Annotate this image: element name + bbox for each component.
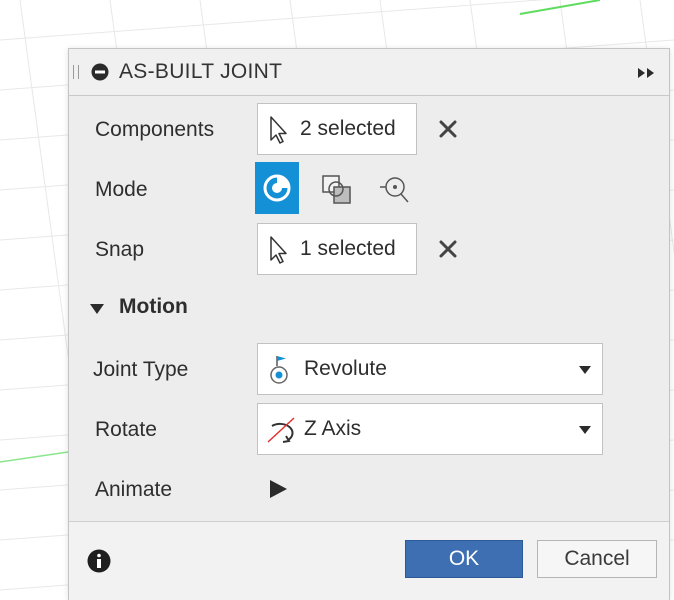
mode-target-icon — [380, 177, 409, 203]
dialog-title-bar[interactable]: AS-BUILT JOINT — [69, 49, 669, 96]
dialog-footer: OK Cancel — [69, 521, 669, 600]
chevron-down-icon — [579, 426, 591, 434]
joint-type-dropdown[interactable]: Revolute — [257, 343, 603, 395]
cancel-button[interactable]: Cancel — [537, 540, 657, 578]
clear-components-button[interactable] — [435, 116, 461, 142]
chevron-down-icon — [579, 366, 591, 374]
mode-label: Mode — [95, 178, 148, 201]
components-selection-count: 2 selected — [300, 117, 396, 140]
snap-selection-box[interactable]: 1 selected — [257, 223, 417, 275]
rotate-axis-value: Z Axis — [304, 417, 362, 440]
cursor-arrow-icon — [270, 116, 287, 144]
dialog-title: AS-BUILT JOINT — [119, 60, 283, 83]
cursor-arrow-icon — [270, 236, 287, 264]
triangle-down-icon — [90, 304, 104, 314]
rotate-label: Rotate — [95, 418, 157, 441]
rotate-axis-dropdown[interactable]: Z Axis — [257, 403, 603, 455]
mode-option-3-button[interactable] — [371, 162, 415, 214]
snap-selection-count: 1 selected — [300, 237, 396, 260]
ok-button[interactable]: OK — [405, 540, 523, 578]
joint-type-value: Revolute — [304, 357, 387, 380]
drag-grip-icon[interactable] — [73, 65, 79, 79]
mode-option-1-button[interactable] — [255, 162, 299, 214]
stop-circle-icon — [91, 63, 109, 81]
rotate-axis-icon — [267, 417, 295, 443]
animate-label: Animate — [95, 478, 173, 501]
double-chevron-right-icon[interactable] — [637, 67, 657, 79]
info-icon[interactable] — [87, 549, 111, 573]
mode-option-2-button[interactable] — [313, 162, 357, 214]
motion-section-title: Motion — [119, 295, 188, 318]
components-selection-box[interactable]: 2 selected — [257, 103, 417, 155]
green-axis-line-lower — [0, 451, 69, 463]
revolute-joint-icon — [270, 356, 288, 384]
as-built-joint-dialog: AS-BUILT JOINT Components 2 selected Mod… — [68, 48, 670, 600]
play-icon[interactable] — [267, 478, 289, 500]
snap-label: Snap — [95, 238, 145, 261]
clear-snap-button[interactable] — [435, 236, 461, 262]
mode-joint-icon — [263, 174, 291, 202]
mode-overlap-icon — [322, 175, 351, 204]
joint-type-label: Joint Type — [93, 358, 189, 381]
components-label: Components — [95, 118, 215, 141]
